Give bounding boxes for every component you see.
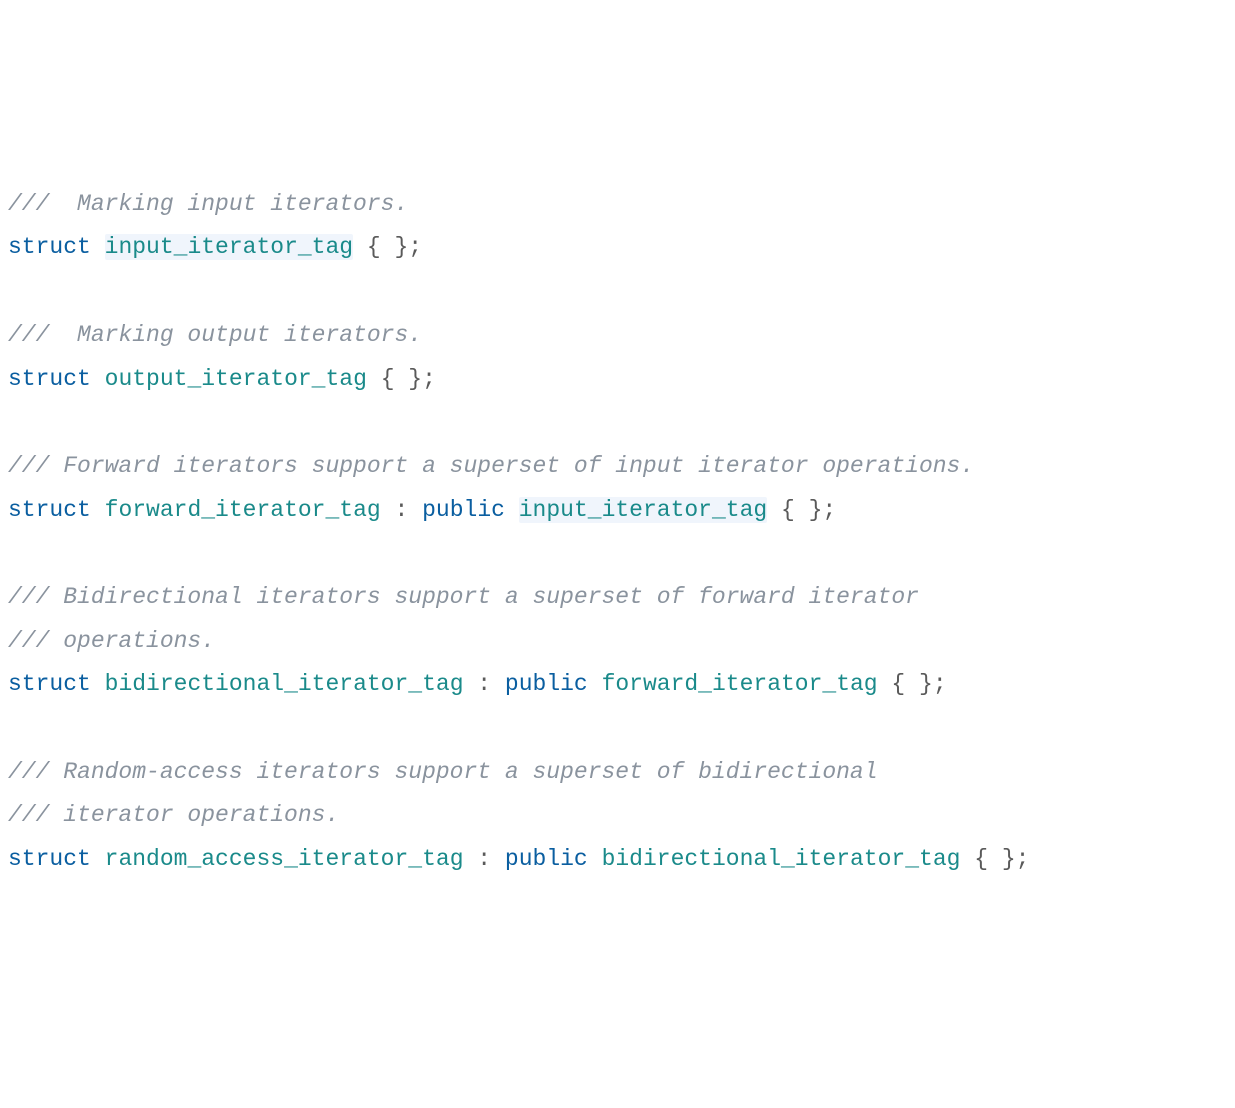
token-comment: /// Marking input iterators. [8,191,408,217]
code-line [8,532,1227,576]
code-line [8,401,1227,445]
token [91,846,105,872]
code-line: /// Marking output iterators. [8,314,1227,358]
token-type: bidirectional_iterator_tag [105,671,464,697]
token-comment: /// iterator operations. [8,802,339,828]
code-line: /// Bidirectional iterators support a su… [8,576,1227,620]
token-keyword: public [505,671,588,697]
token-punct: { }; [767,497,836,523]
token-comment: /// operations. [8,628,215,654]
code-line: struct forward_iterator_tag : public inp… [8,489,1227,533]
token [588,671,602,697]
token-type: input_iterator_tag [519,497,767,523]
code-line [8,707,1227,751]
code-line: struct input_iterator_tag { }; [8,226,1227,270]
code-line: /// iterator operations. [8,794,1227,838]
code-line: /// operations. [8,620,1227,664]
code-line [8,270,1227,314]
token-comment: /// Forward iterators support a superset… [8,453,974,479]
token-comment: /// Marking output iterators. [8,322,422,348]
token [91,234,105,260]
code-line: struct output_iterator_tag { }; [8,358,1227,402]
token-type: input_iterator_tag [105,234,353,260]
token-keyword: public [422,497,505,523]
token-keyword: public [505,846,588,872]
token-type: output_iterator_tag [105,366,367,392]
token-punct: : [464,846,505,872]
token-type: forward_iterator_tag [105,497,381,523]
token-keyword: struct [8,234,91,260]
token [505,497,519,523]
token-keyword: struct [8,366,91,392]
code-line: /// Random-access iterators support a su… [8,751,1227,795]
code-line: struct bidirectional_iterator_tag : publ… [8,663,1227,707]
code-line: /// Forward iterators support a superset… [8,445,1227,489]
token-keyword: struct [8,846,91,872]
token-type: forward_iterator_tag [602,671,878,697]
token [588,846,602,872]
token-type: random_access_iterator_tag [105,846,464,872]
token-type: bidirectional_iterator_tag [602,846,961,872]
token-punct: { }; [878,671,947,697]
code-block: /// Marking input iterators. struct input… [8,183,1227,882]
token-punct: { }; [960,846,1029,872]
token [91,497,105,523]
token-comment: /// Random-access iterators support a su… [8,759,878,785]
token [91,366,105,392]
token-punct: { }; [367,366,436,392]
code-line: struct random_access_iterator_tag : publ… [8,838,1227,882]
token-punct: { }; [353,234,422,260]
token-punct: : [381,497,422,523]
token-keyword: struct [8,497,91,523]
code-line: /// Marking input iterators. [8,183,1227,227]
token [91,671,105,697]
token-punct: : [464,671,505,697]
token-keyword: struct [8,671,91,697]
token-comment: /// Bidirectional iterators support a su… [8,584,919,610]
